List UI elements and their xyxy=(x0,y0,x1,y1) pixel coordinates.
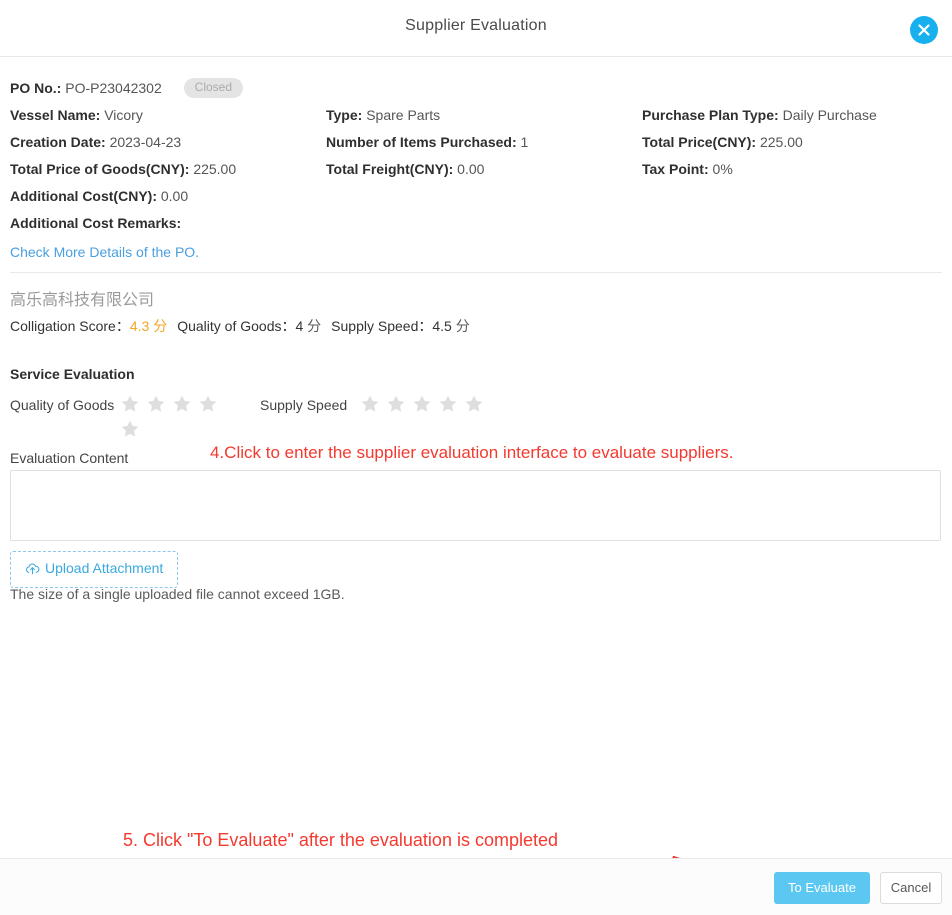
supplier-name: 高乐高科技有限公司 xyxy=(10,292,155,309)
star-icon[interactable] xyxy=(386,394,406,414)
page-title: Supplier Evaluation xyxy=(405,17,547,34)
po-row: Additional Cost(CNY): 0.00 xyxy=(10,183,942,210)
items-purchased-field: Number of Items Purchased: 1 xyxy=(326,129,528,156)
purchase-plan-type-field: Purchase Plan Type: Daily Purchase xyxy=(642,102,877,129)
creation-date-field: Creation Date: 2023-04-23 xyxy=(10,129,181,156)
creation-date-value: 2023-04-23 xyxy=(109,134,182,150)
additional-cost-value: 0.00 xyxy=(160,188,189,204)
quality-score-value: 4 xyxy=(295,318,304,334)
star-icon[interactable] xyxy=(198,394,218,414)
close-icon[interactable] xyxy=(910,16,938,44)
type-field: Type: Spare Parts xyxy=(326,102,440,129)
tax-point-label: Tax Point: xyxy=(642,161,709,177)
speed-score-label: Supply Speed： xyxy=(331,318,433,334)
total-freight-label: Total Freight(CNY): xyxy=(326,161,454,177)
tax-point-value: 0% xyxy=(712,161,733,177)
to-evaluate-button[interactable]: To Evaluate xyxy=(774,872,870,904)
po-row: Vessel Name: Vicory Type: Spare Parts Pu… xyxy=(10,102,942,129)
type-value: Spare Parts xyxy=(366,107,441,123)
po-number-field: PO No.: PO-P23042302 Closed xyxy=(10,75,244,102)
cloud-upload-icon xyxy=(25,562,40,578)
star-icon[interactable] xyxy=(172,394,192,414)
cancel-button[interactable]: Cancel xyxy=(880,872,942,904)
quality-of-goods-star-rating[interactable] xyxy=(120,394,230,444)
tax-point-field: Tax Point: 0% xyxy=(642,156,733,183)
evaluation-content-input[interactable] xyxy=(10,470,941,541)
supplier-evaluation-dialog: Supplier Evaluation PO No.: PO-P23042302… xyxy=(0,0,952,915)
additional-cost-remarks-label: Additional Cost Remarks: xyxy=(10,215,182,231)
total-price-value: 225.00 xyxy=(759,134,803,150)
total-price-label: Total Price(CNY): xyxy=(642,134,757,150)
po-row: Total Price of Goods(CNY): 225.00 Total … xyxy=(10,156,942,183)
po-info-block: PO No.: PO-P23042302 Closed Vessel Name:… xyxy=(0,57,952,237)
dialog-footer: To Evaluate Cancel xyxy=(0,858,952,915)
star-icon[interactable] xyxy=(120,419,140,439)
supply-speed-rating-group: Supply Speed xyxy=(260,394,490,419)
vessel-name-value: Vicory xyxy=(104,107,143,123)
total-freight-value: 0.00 xyxy=(457,161,485,177)
quality-of-goods-rating-group: Quality of Goods xyxy=(10,394,240,444)
total-price-field: Total Price(CNY): 225.00 xyxy=(642,129,803,156)
supply-speed-star-rating[interactable] xyxy=(360,394,490,419)
status-badge: Closed xyxy=(183,78,244,98)
total-freight-field: Total Freight(CNY): 0.00 xyxy=(326,156,484,183)
annotation-step-5: 5. Click "To Evaluate" after the evaluat… xyxy=(123,830,559,850)
vessel-name-label: Vessel Name: xyxy=(10,107,101,123)
annotation-step-4: 4.Click to enter the supplier evaluation… xyxy=(210,443,734,462)
goods-price-value: 225.00 xyxy=(193,161,237,177)
upload-attachment-button[interactable]: Upload Attachment xyxy=(10,551,179,588)
dialog-header: Supplier Evaluation xyxy=(0,0,952,57)
colligation-score-value: 4.3 xyxy=(129,318,150,334)
star-icon[interactable] xyxy=(120,394,140,414)
items-purchased-value: 1 xyxy=(520,134,529,150)
quality-score-label: Quality of Goods： xyxy=(177,318,296,334)
speed-score-value: 4.5 xyxy=(432,318,452,334)
purchase-plan-type-value: Daily Purchase xyxy=(782,107,877,123)
service-evaluation-title: Service Evaluation xyxy=(10,366,135,382)
type-label: Type: xyxy=(326,107,363,123)
section-divider xyxy=(10,272,942,273)
additional-cost-label: Additional Cost(CNY): xyxy=(10,188,157,204)
star-icon[interactable] xyxy=(464,394,484,414)
evaluation-content-label: Evaluation Content xyxy=(10,450,129,466)
colligation-score-unit: 分 xyxy=(153,318,168,334)
vessel-name-field: Vessel Name: Vicory xyxy=(10,102,143,129)
po-row: Additional Cost Remarks: xyxy=(10,210,942,237)
po-row: PO No.: PO-P23042302 Closed xyxy=(10,75,942,102)
supply-speed-rating-label: Supply Speed xyxy=(260,397,348,413)
additional-cost-field: Additional Cost(CNY): 0.00 xyxy=(10,183,188,210)
colligation-score-label: Colligation Score： xyxy=(10,318,130,334)
creation-date-label: Creation Date: xyxy=(10,134,106,150)
star-icon[interactable] xyxy=(438,394,458,414)
quality-score-unit: 分 xyxy=(307,318,322,334)
speed-score-unit: 分 xyxy=(455,318,470,334)
quality-of-goods-rating-label: Quality of Goods xyxy=(10,397,115,413)
check-more-details-link[interactable]: Check More Details of the PO. xyxy=(10,244,199,260)
po-number-label: PO No.: xyxy=(10,80,62,96)
po-row: Creation Date: 2023-04-23 Number of Item… xyxy=(10,129,942,156)
supplier-score-line: Colligation Score：4.3 分 Quality of Goods：… xyxy=(10,316,470,336)
star-icon[interactable] xyxy=(360,394,380,414)
goods-price-field: Total Price of Goods(CNY): 225.00 xyxy=(10,156,236,183)
star-icon[interactable] xyxy=(412,394,432,414)
additional-cost-remarks-field: Additional Cost Remarks: xyxy=(10,210,181,237)
purchase-plan-type-label: Purchase Plan Type: xyxy=(642,107,779,123)
items-purchased-label: Number of Items Purchased: xyxy=(326,134,517,150)
goods-price-label: Total Price of Goods(CNY): xyxy=(10,161,190,177)
upload-size-hint: The size of a single uploaded file canno… xyxy=(10,586,345,602)
po-number-value: PO-P23042302 xyxy=(65,80,162,96)
upload-attachment-label: Upload Attachment xyxy=(45,560,164,576)
star-icon[interactable] xyxy=(146,394,166,414)
